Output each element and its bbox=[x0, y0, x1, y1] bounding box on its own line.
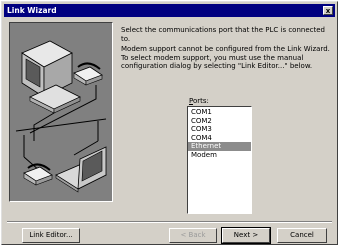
port-item-com1[interactable]: COM1 bbox=[188, 108, 251, 117]
window-title: Link Wizard bbox=[7, 6, 57, 15]
port-item-modem[interactable]: Modem bbox=[188, 151, 251, 160]
next-button[interactable]: Next > bbox=[221, 227, 271, 244]
link-editor-button[interactable]: Link Editor... bbox=[22, 228, 80, 243]
instruction-text: Select the communications port that the … bbox=[121, 26, 325, 43]
back-button[interactable]: < Back bbox=[169, 228, 217, 243]
close-button[interactable]: x bbox=[323, 6, 333, 15]
port-item-com4[interactable]: COM4 bbox=[188, 134, 251, 143]
ports-label: Ports: bbox=[189, 97, 209, 105]
desktop-computer-icon bbox=[21, 40, 81, 114]
button-divider bbox=[7, 221, 332, 223]
port-item-ethernet[interactable]: Ethernet bbox=[188, 142, 251, 151]
ports-label-text: orts: bbox=[192, 97, 209, 105]
telephone-modem-icon bbox=[73, 62, 103, 86]
title-bar: Link Wizard x bbox=[4, 4, 335, 17]
port-item-com2[interactable]: COM2 bbox=[188, 117, 251, 126]
link-wizard-dialog: Link Wizard x Select the communications … bbox=[1, 1, 338, 245]
laptop-computer-icon bbox=[55, 146, 107, 193]
cancel-button[interactable]: Cancel bbox=[277, 228, 327, 243]
wizard-illustration bbox=[9, 22, 113, 202]
modem-note-text: Modem support cannot be configured from … bbox=[121, 45, 330, 70]
ports-listbox[interactable]: COM1 COM2 COM3 COM4 Ethernet Modem bbox=[187, 106, 252, 214]
wizard-illustration-art bbox=[15, 40, 107, 193]
telephone-icon bbox=[23, 163, 53, 186]
port-item-com3[interactable]: COM3 bbox=[188, 125, 251, 134]
